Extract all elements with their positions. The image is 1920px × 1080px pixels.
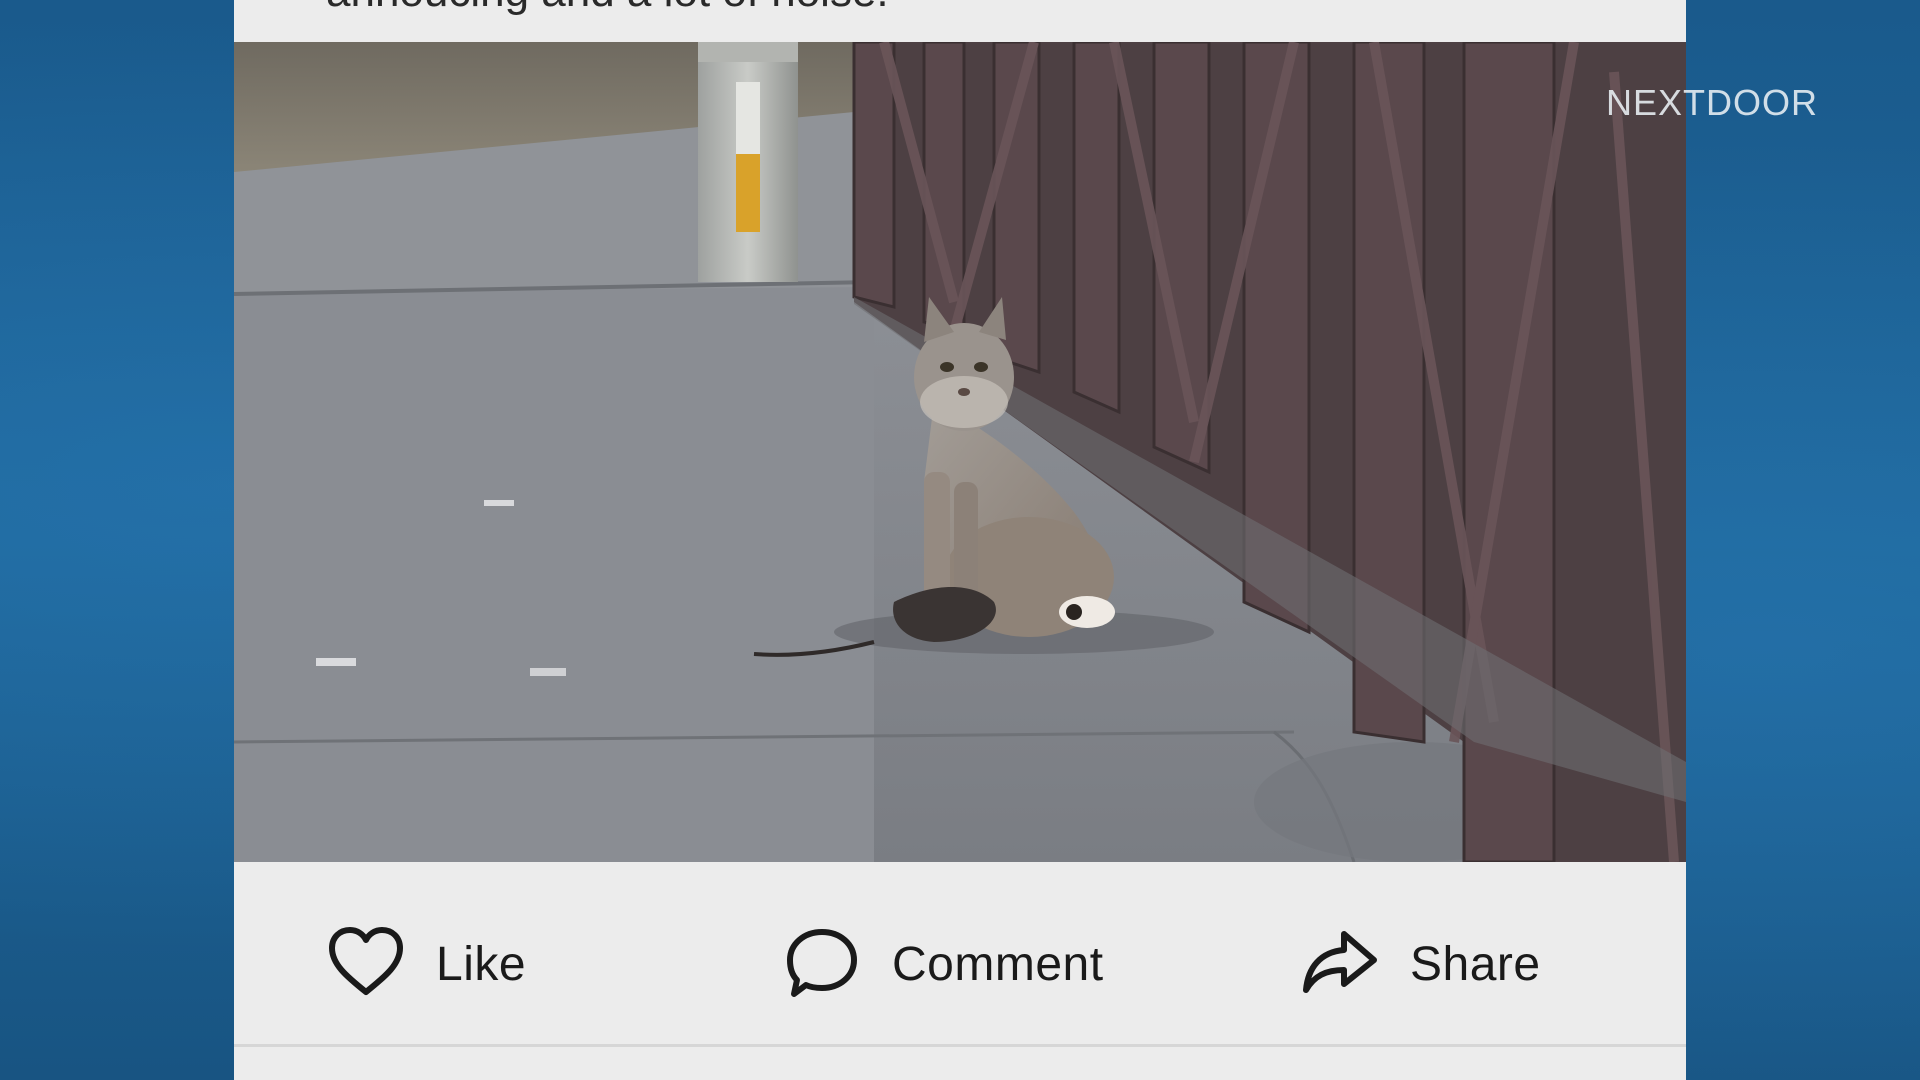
bobcat-photo-illustration (234, 42, 1686, 862)
action-bar-divider (234, 1044, 1686, 1047)
share-arrow-icon (1303, 931, 1377, 993)
nextdoor-watermark: NEXTDOOR (1606, 82, 1819, 123)
post-card: annoucing and a lot of noise. (234, 0, 1686, 1080)
like-label: Like (436, 937, 527, 991)
share-button[interactable]: Share (1300, 922, 1541, 1006)
comment-button[interactable]: Comment (782, 922, 1104, 1006)
comment-label: Comment (892, 937, 1104, 991)
post-action-bar: Like Comment Share (234, 862, 1686, 1044)
post-caption: annoucing and a lot of noise. (234, 0, 1686, 42)
heart-icon (329, 927, 403, 995)
post-caption-text: annoucing and a lot of noise. (326, 0, 889, 18)
like-button[interactable]: Like (326, 922, 526, 1006)
share-label: Share (1410, 937, 1541, 991)
post-photo[interactable] (234, 42, 1686, 862)
speech-bubble-icon (787, 929, 857, 997)
